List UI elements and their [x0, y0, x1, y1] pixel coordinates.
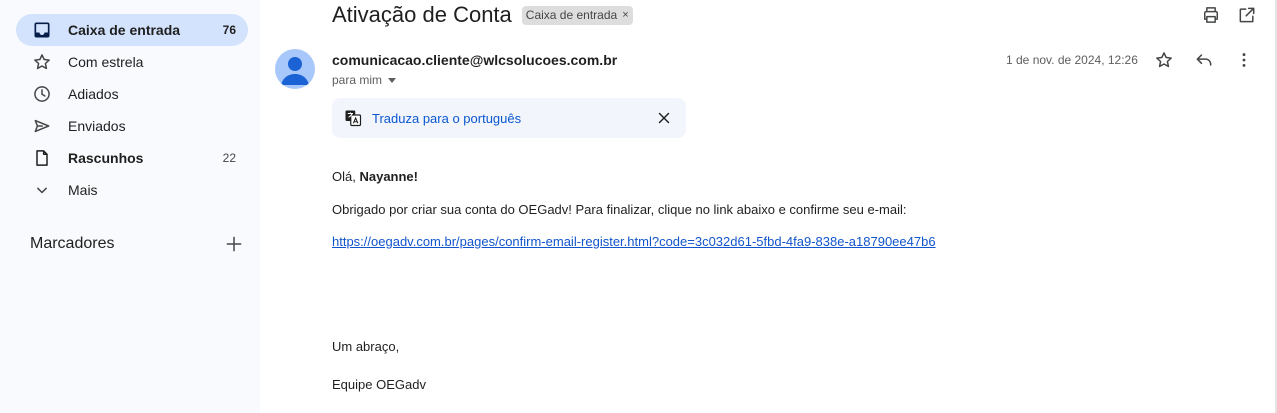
- labels-header: Marcadores: [30, 233, 244, 255]
- avatar[interactable]: [275, 49, 315, 89]
- inbox-icon: [32, 20, 52, 40]
- inbox-count: 76: [222, 23, 236, 37]
- sidebar-item-starred[interactable]: Com estrela: [16, 46, 248, 78]
- sidebar-item-label: Adiados: [68, 86, 119, 102]
- draft-icon: [32, 148, 52, 168]
- translate-icon: [344, 109, 362, 127]
- greeting-prefix: Olá,: [332, 169, 360, 184]
- sidebar-item-label: Enviados: [68, 118, 126, 134]
- print-icon[interactable]: [1201, 5, 1221, 25]
- sidebar-item-drafts[interactable]: Rascunhos 22: [16, 142, 248, 174]
- label-chip-text: Caixa de entrada: [525, 8, 618, 22]
- confirm-email-link[interactable]: https://oegadv.com.br/pages/confirm-emai…: [332, 234, 936, 249]
- recipient-label: para mim: [332, 73, 383, 87]
- more-vert-icon[interactable]: [1234, 50, 1254, 70]
- drafts-count: 22: [222, 151, 236, 165]
- thread-toolbar: [1201, 5, 1257, 25]
- sidebar-item-label: Caixa de entrada: [68, 22, 181, 38]
- sidebar-item-label: Rascunhos: [68, 150, 144, 166]
- email-paragraph: Obrigado por criar sua conta do OEGadv! …: [332, 202, 907, 217]
- sidebar-item-label: Com estrela: [68, 54, 144, 70]
- labels-title: Marcadores: [30, 235, 115, 252]
- subject-row: Ativação de Conta Caixa de entrada ×: [332, 2, 633, 28]
- star-icon[interactable]: [1154, 50, 1174, 70]
- email-date: 1 de nov. de 2024, 12:26: [1006, 53, 1138, 67]
- message-actions: [1154, 50, 1254, 70]
- email-subject: Ativação de Conta: [332, 2, 512, 27]
- clock-icon: [32, 84, 52, 104]
- send-icon: [32, 116, 52, 136]
- plus-icon[interactable]: [224, 234, 244, 254]
- translate-link[interactable]: Traduza para o português: [372, 111, 654, 126]
- sender-address[interactable]: comunicacao.cliente@wlcsolucoes.com.br: [332, 52, 617, 68]
- signature-line: Equipe OEGadv: [332, 377, 426, 392]
- close-icon[interactable]: [654, 108, 674, 128]
- greeting-line: Olá, Nayanne!: [332, 169, 418, 184]
- remove-label-button[interactable]: ×: [622, 9, 628, 21]
- chevron-down-icon: [32, 180, 52, 200]
- star-icon: [32, 52, 52, 72]
- sidebar-item-snoozed[interactable]: Adiados: [16, 78, 248, 110]
- translate-bar: Traduza para o português: [332, 98, 686, 138]
- closing-line: Um abraço,: [332, 339, 400, 354]
- greeting-name: Nayanne!: [359, 169, 418, 184]
- sidebar-item-label: Mais: [68, 182, 98, 198]
- sidebar: Caixa de entrada 76 Com estrela Adiados …: [0, 0, 260, 413]
- sidebar-item-more[interactable]: Mais: [16, 174, 248, 206]
- label-chip: Caixa de entrada ×: [521, 5, 633, 25]
- recipient-details[interactable]: para mim: [332, 73, 397, 87]
- caret-down-icon: [388, 77, 397, 83]
- email-view: Ativação de Conta Caixa de entrada × com…: [260, 0, 1275, 413]
- open-in-new-window-icon[interactable]: [1237, 5, 1257, 25]
- reply-icon[interactable]: [1194, 50, 1214, 70]
- sidebar-item-inbox[interactable]: Caixa de entrada 76: [16, 14, 248, 46]
- sidebar-item-sent[interactable]: Enviados: [16, 110, 248, 142]
